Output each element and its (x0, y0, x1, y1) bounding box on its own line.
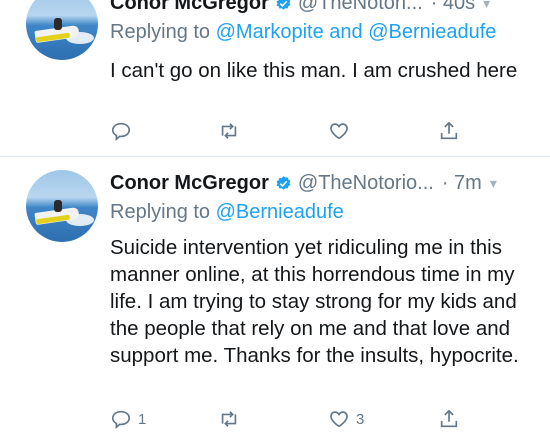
replying-to: Replying to @Bernieadufe (110, 201, 344, 224)
like-button[interactable]: 3 (328, 407, 364, 431)
author-handle[interactable]: @TheNotorio... (298, 172, 434, 195)
tweet-text: I can't go on like this man. I am crushe… (110, 59, 518, 82)
share-icon (440, 409, 458, 428)
retweet-icon (221, 411, 237, 427)
tweet-time: · 7m (441, 171, 482, 194)
tweet-2[interactable]: Conor McGregor @TheNotorio... · 7m ▾ Rep… (0, 163, 550, 433)
like-button[interactable] (328, 119, 356, 143)
replying-to-label: Replying to (110, 21, 211, 43)
author-name[interactable]: Conor McGregor (110, 172, 269, 195)
tweet-time-value: 7m (454, 171, 482, 194)
reply-icon (111, 410, 131, 430)
reply-button[interactable]: 1 (110, 407, 146, 431)
tweet-divider (0, 156, 550, 157)
retweet-button[interactable] (218, 119, 246, 143)
tweet-header: Conor McGregor @TheNotorio... · 7m ▾ (110, 168, 540, 198)
replying-to-users[interactable]: @Markopite and @Bernieadufe (216, 21, 497, 43)
tweet-actions: 1 3 (110, 407, 530, 431)
replying-to-label: Replying to (110, 201, 211, 223)
avatar[interactable] (26, 170, 98, 242)
tweet-1[interactable]: Conor McGregor @TheNotori... · 40s ▾ Rep… (0, 0, 550, 150)
tweet-header: Conor McGregor @TheNotori... · 40s ▾ (110, 0, 540, 18)
like-icon (330, 123, 348, 140)
like-icon (330, 411, 348, 428)
share-icon (440, 121, 458, 140)
verified-badge-icon (276, 0, 291, 10)
author-name[interactable]: Conor McGregor (110, 0, 269, 15)
chevron-down-icon[interactable]: ▾ (483, 0, 490, 12)
chevron-down-icon[interactable]: ▾ (490, 175, 497, 192)
retweet-button[interactable] (218, 407, 246, 431)
reply-button[interactable] (110, 119, 138, 143)
reply-icon (111, 122, 131, 142)
tweet-time-value: 40s (442, 0, 476, 14)
replying-to: Replying to @Markopite and @Bernieadufe (110, 21, 496, 44)
reply-count: 1 (138, 410, 147, 428)
replying-to-users[interactable]: @Bernieadufe (216, 201, 344, 223)
tweet-text: Suicide intervention yet ridiculing me i… (110, 236, 519, 367)
retweet-icon (221, 123, 237, 139)
share-button[interactable] (438, 119, 460, 143)
share-button[interactable] (438, 407, 460, 431)
author-handle[interactable]: @TheNotori... (298, 0, 423, 15)
verified-badge-icon (276, 175, 291, 190)
tweet-actions (110, 119, 530, 143)
tweet-time: · 40s (431, 0, 475, 15)
like-count: 3 (356, 410, 365, 428)
avatar[interactable] (26, 0, 98, 60)
